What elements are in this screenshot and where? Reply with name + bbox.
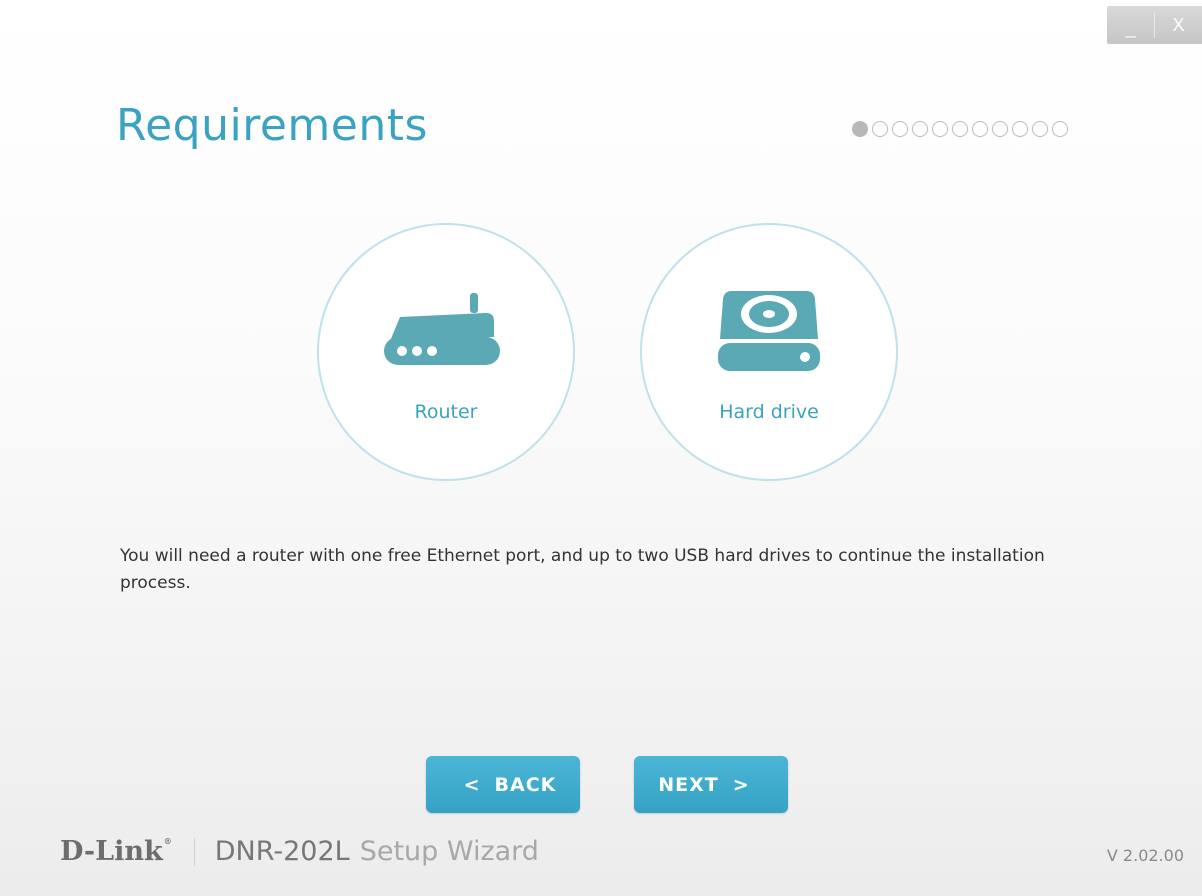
step-indicator [852,121,1068,137]
trademark-mark: ® [163,836,172,846]
next-button[interactable]: NEXT > [634,756,788,813]
next-button-label: NEXT [658,773,719,796]
minimize-button[interactable]: _ [1107,6,1154,44]
brand-name: D-Link [60,836,163,867]
step-dot [932,121,948,137]
step-dot [1012,121,1028,137]
requirements-description: You will need a router with one free Eth… [120,546,1045,593]
chevron-right-icon: > [732,773,750,796]
footer-divider [193,837,195,866]
back-button[interactable]: < BACK [426,756,580,813]
step-dot [892,121,908,137]
requirement-hard-drive: Hard drive [640,223,898,481]
step-dot [992,121,1008,137]
step-dot [952,121,968,137]
back-button-label: BACK [494,773,557,796]
step-dot [1052,121,1068,137]
chevron-left-icon: < [463,773,481,796]
requirement-router: Router [317,223,575,481]
step-dot [1032,121,1048,137]
dlink-logo: D-Link® [60,836,172,867]
requirement-router-label: Router [414,401,478,423]
setup-wizard-window: _ X Requirements Router Hard drive You w… [0,0,1202,896]
product-name: Setup Wizard [359,836,539,867]
version-label: V 2.02.00 [1106,846,1184,865]
step-dot [912,121,928,137]
hard-drive-icon [642,287,896,377]
page-title: Requirements [116,100,428,151]
window-controls: _ X [1107,6,1202,44]
footer: D-Link® DNR-202L Setup Wizard [60,836,539,867]
step-dot-active [852,121,868,137]
step-dot [872,121,888,137]
router-icon [319,287,573,377]
requirement-hard-drive-label: Hard drive [719,401,819,423]
close-button[interactable]: X [1155,6,1202,44]
step-dot [972,121,988,137]
product-model: DNR-202L [214,836,350,867]
